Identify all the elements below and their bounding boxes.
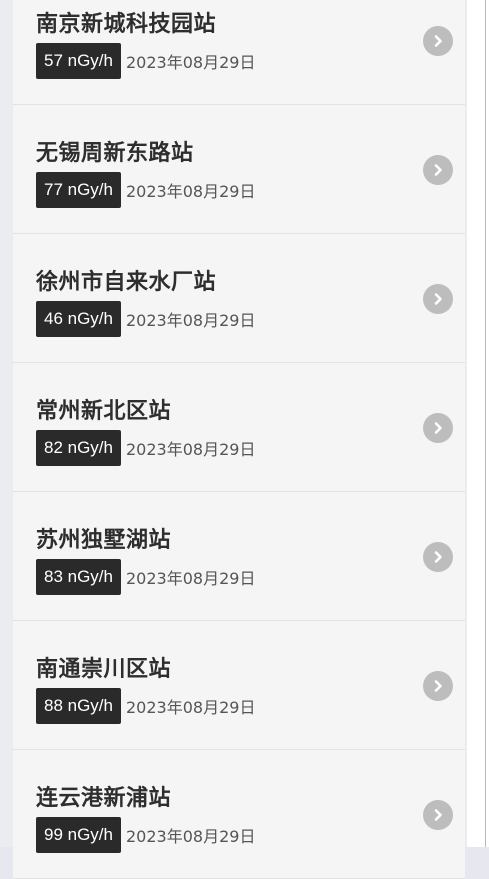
chevron-right-circle-icon[interactable] [423, 155, 453, 185]
dose-badge: 57 nGy/h [36, 43, 121, 79]
list-item[interactable]: 无锡周新东路站 77 nGy/h 2023年08月29日 [13, 105, 465, 234]
list-item[interactable]: 苏州独墅湖站 83 nGy/h 2023年08月29日 [13, 492, 465, 621]
chevron-right-circle-icon[interactable] [423, 800, 453, 830]
date-label: 2023年08月29日 [126, 182, 256, 201]
list-item[interactable]: 南通崇川区站 88 nGy/h 2023年08月29日 [13, 621, 465, 750]
station-meta: 99 nGy/h 2023年08月29日 [36, 817, 255, 853]
station-meta: 46 nGy/h 2023年08月29日 [36, 301, 255, 337]
dose-badge: 46 nGy/h [36, 301, 121, 337]
station-meta: 77 nGy/h 2023年08月29日 [36, 172, 255, 208]
dose-badge: 83 nGy/h [36, 559, 121, 595]
dose-badge: 77 nGy/h [36, 172, 121, 208]
station-name: 南通崇川区站 [36, 657, 172, 682]
station-name: 无锡周新东路站 [36, 141, 194, 166]
scroll-edge [485, 0, 486, 847]
station-meta: 57 nGy/h 2023年08月29日 [36, 43, 255, 79]
dose-badge: 99 nGy/h [36, 817, 121, 853]
station-name: 苏州独墅湖站 [36, 528, 172, 553]
station-name: 常州新北区站 [36, 399, 172, 424]
station-meta: 83 nGy/h 2023年08月29日 [36, 559, 255, 595]
station-meta: 88 nGy/h 2023年08月29日 [36, 688, 255, 724]
station-name: 南京新城科技园站 [36, 12, 217, 37]
station-name: 徐州市自来水厂站 [36, 270, 217, 295]
station-name: 连云港新浦站 [36, 786, 172, 811]
date-label: 2023年08月29日 [126, 440, 256, 459]
list-item[interactable]: 南京新城科技园站 57 nGy/h 2023年08月29日 [13, 0, 465, 105]
station-meta: 82 nGy/h 2023年08月29日 [36, 430, 255, 466]
chevron-right-circle-icon[interactable] [423, 284, 453, 314]
list-item[interactable]: 徐州市自来水厂站 46 nGy/h 2023年08月29日 [13, 234, 465, 363]
list-item[interactable]: 连云港新浦站 99 nGy/h 2023年08月29日 [13, 750, 465, 879]
date-label: 2023年08月29日 [126, 827, 256, 846]
chevron-right-circle-icon[interactable] [423, 413, 453, 443]
chevron-right-circle-icon[interactable] [423, 26, 453, 56]
dose-badge: 88 nGy/h [36, 688, 121, 724]
station-list: 南京新城科技园站 57 nGy/h 2023年08月29日 无锡周新东路站 77… [13, 0, 465, 879]
list-item[interactable]: 常州新北区站 82 nGy/h 2023年08月29日 [13, 363, 465, 492]
chevron-right-circle-icon[interactable] [423, 671, 453, 701]
dose-badge: 82 nGy/h [36, 430, 121, 466]
date-label: 2023年08月29日 [126, 311, 256, 330]
chevron-right-circle-icon[interactable] [423, 542, 453, 572]
date-label: 2023年08月29日 [126, 53, 256, 72]
date-label: 2023年08月29日 [126, 698, 256, 717]
date-label: 2023年08月29日 [126, 569, 256, 588]
